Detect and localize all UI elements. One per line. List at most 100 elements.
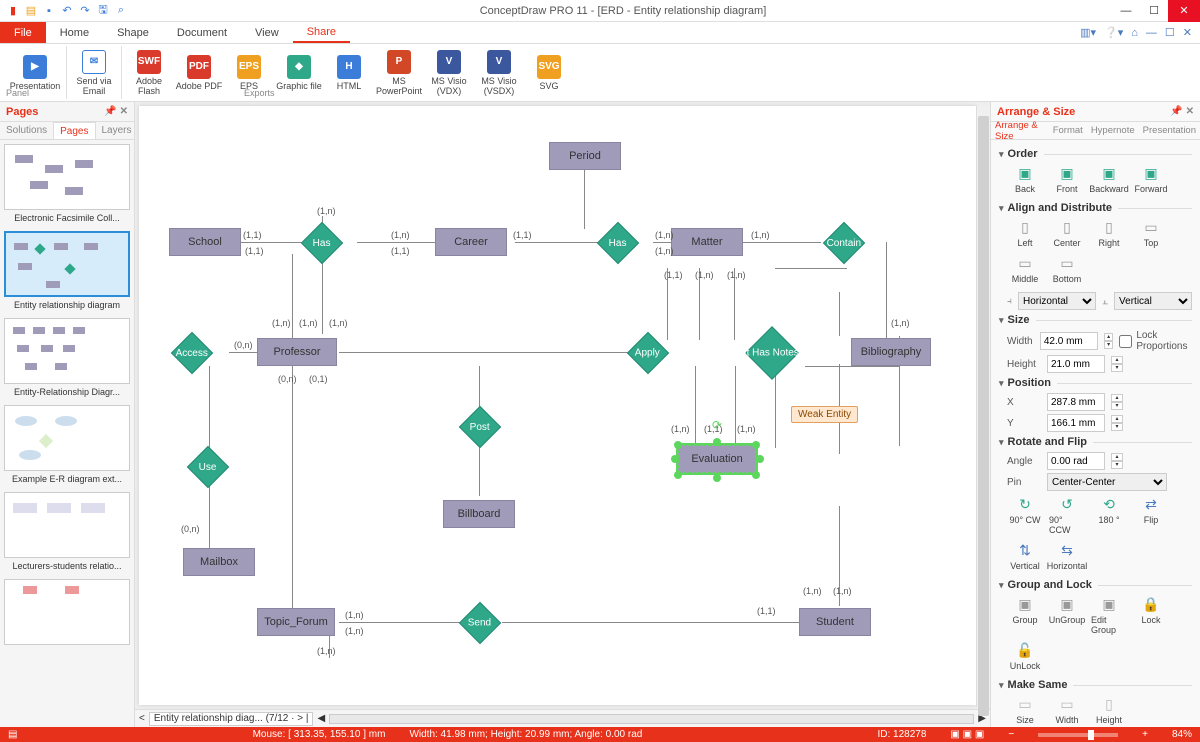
rotate-90ccw-button[interactable]: ↺90° CCW (1049, 495, 1085, 535)
thumb-page[interactable]: Example E-R diagram ext... (4, 405, 130, 484)
pos-y-input[interactable] (1047, 414, 1105, 432)
thumb-page[interactable] (4, 579, 130, 645)
horizontal-scrollbar[interactable] (329, 714, 974, 724)
section-size[interactable]: Size (999, 314, 1192, 326)
rotate-90cw-button[interactable]: ↻90° CW (1007, 495, 1043, 535)
subtab-layers[interactable]: Layers (96, 122, 138, 139)
distribute-h-combo[interactable]: Horizontal (1018, 292, 1096, 310)
pin-icon[interactable]: 📌 ✕ (104, 106, 128, 117)
entity-period[interactable]: Period (549, 142, 621, 170)
distribute-v-combo[interactable]: Vertical (1114, 292, 1192, 310)
hscroll-left[interactable]: ◀ (317, 713, 325, 724)
rel-contain[interactable]: Contain (823, 222, 865, 264)
thumb-page[interactable]: Lecturers-students relatio... (4, 492, 130, 571)
entity-career[interactable]: Career (435, 228, 507, 256)
align-top-button[interactable]: ▭Top (1133, 218, 1169, 248)
group-button[interactable]: ▣Group (1007, 595, 1043, 635)
help-icon[interactable]: ❔▾ (1104, 26, 1123, 39)
subtab-solutions[interactable]: Solutions (0, 122, 53, 139)
close-button[interactable]: ✕ (1168, 0, 1200, 22)
status-misc-icons[interactable]: ▣ ▣ ▣ (950, 729, 984, 740)
flip-button[interactable]: ⇄Flip (1133, 495, 1169, 535)
rp-tab-format[interactable]: Format (1049, 122, 1087, 139)
section-group[interactable]: Group and Lock (999, 579, 1192, 591)
ribbon-svg[interactable]: SVGSVG (524, 46, 574, 99)
diagram-canvas[interactable]: School Career Period Matter Bibliography… (139, 106, 976, 705)
order-forward-button[interactable]: ▣Forward (1133, 164, 1169, 194)
entity-evaluation[interactable]: Evaluation (678, 445, 756, 473)
save-as-icon[interactable]: 🖫 (96, 4, 110, 18)
rel-post[interactable]: Post (459, 406, 501, 448)
tab-shape[interactable]: Shape (103, 22, 163, 43)
save-icon[interactable]: ▪ (42, 4, 56, 18)
order-back-button[interactable]: ▣Back (1007, 164, 1043, 194)
ribbon-graphic[interactable]: ◆Graphic file (274, 46, 324, 99)
sameheight-button[interactable]: ▯Height (1091, 695, 1127, 725)
ribbon-visio-vsdx[interactable]: VMS Visio (VSDX) (474, 46, 524, 99)
tab-share[interactable]: Share (293, 22, 350, 43)
samesize-button[interactable]: ▭Size (1007, 695, 1043, 725)
section-position[interactable]: Position (999, 377, 1192, 389)
order-front-button[interactable]: ▣Front (1049, 164, 1085, 194)
width-input[interactable] (1040, 332, 1098, 350)
rel-access[interactable]: Access (171, 332, 213, 374)
page-nav-prev[interactable]: < (139, 713, 145, 724)
thumb-page[interactable]: Entity relationship diagram (4, 231, 130, 310)
mdi-max-icon[interactable]: ☐ (1165, 26, 1175, 39)
maximize-button[interactable]: ☐ (1140, 0, 1168, 22)
rotate-180-button[interactable]: ⟲180 ° (1091, 495, 1127, 535)
section-rotate[interactable]: Rotate and Flip (999, 436, 1192, 448)
rel-apply[interactable]: Apply (627, 332, 669, 374)
align-center-button[interactable]: ▯Center (1049, 218, 1085, 248)
undo-icon[interactable]: ↶ (60, 4, 74, 18)
entity-billboard[interactable]: Billboard (443, 500, 515, 528)
rp-tab-hypernote[interactable]: Hypernote (1087, 122, 1139, 139)
vertical-scrollbar[interactable] (976, 106, 990, 707)
rp-tab-arrange[interactable]: Arrange & Size (991, 122, 1049, 139)
flip-h-button[interactable]: ⇆Horizontal (1049, 541, 1085, 571)
lock-proportions-checkbox[interactable] (1119, 335, 1132, 348)
rel-has[interactable]: Has (597, 222, 639, 264)
section-makesame[interactable]: Make Same (999, 679, 1192, 691)
pin-combo[interactable]: Center-Center (1047, 473, 1167, 491)
ribbon-ppt[interactable]: PMS PowerPoint (374, 46, 424, 99)
section-align[interactable]: Align and Distribute (999, 202, 1192, 214)
tab-file[interactable]: File (0, 22, 46, 43)
align-left-button[interactable]: ▯Left (1007, 218, 1043, 248)
ribbon-visio-vdx[interactable]: VMS Visio (VDX) (424, 46, 474, 99)
cloud-icon[interactable]: ▥▾ (1080, 26, 1096, 39)
unlock-button[interactable]: 🔓UnLock (1007, 641, 1043, 671)
tab-view[interactable]: View (241, 22, 293, 43)
rel-use[interactable]: Use (187, 446, 229, 488)
height-input[interactable] (1047, 355, 1105, 373)
thumb-page[interactable]: Entity-Relationship Diagr... (4, 318, 130, 397)
rel-ithasnotes[interactable]: It Has Notes (745, 326, 799, 380)
tab-document[interactable]: Document (163, 22, 241, 43)
entity-professor[interactable]: Professor (257, 338, 337, 366)
entity-topic-forum[interactable]: Topic_Forum (257, 608, 335, 636)
pos-x-input[interactable] (1047, 393, 1105, 411)
entity-matter[interactable]: Matter (671, 228, 743, 256)
align-middle-button[interactable]: ▭Middle (1007, 254, 1043, 284)
doc-tab[interactable]: Entity relationship diag... (7/12 · > | (149, 712, 314, 726)
mdi-close-icon[interactable]: ✕ (1183, 26, 1192, 39)
section-order[interactable]: Order (999, 148, 1192, 160)
minimize-button[interactable]: — (1112, 0, 1140, 22)
ribbon-pdf[interactable]: PDFAdobe PDF (174, 46, 224, 99)
ribbon-email[interactable]: ✉ Send via Email (69, 46, 119, 99)
width-spinner[interactable]: ▴▾ (1104, 333, 1113, 349)
thumb-page[interactable]: Electronic Facsimile Coll... (4, 144, 130, 223)
entity-student[interactable]: Student (799, 608, 871, 636)
new-doc-icon[interactable]: ▮ (6, 4, 20, 18)
mdi-min-icon[interactable]: — (1146, 27, 1157, 39)
entity-bibliography[interactable]: Bibliography (851, 338, 931, 366)
ungroup-button[interactable]: ▣UnGroup (1049, 595, 1085, 635)
zoom-slider[interactable] (1038, 733, 1118, 737)
ribbon-flash[interactable]: SWFAdobe Flash (124, 46, 174, 99)
align-right-button[interactable]: ▯Right (1091, 218, 1127, 248)
redo-icon[interactable]: ↷ (78, 4, 92, 18)
tab-home[interactable]: Home (46, 22, 103, 43)
zoom-in-button[interactable]: + (1142, 729, 1148, 740)
align-bottom-button[interactable]: ▭Bottom (1049, 254, 1085, 284)
zoom-out-button[interactable]: − (1008, 729, 1014, 740)
